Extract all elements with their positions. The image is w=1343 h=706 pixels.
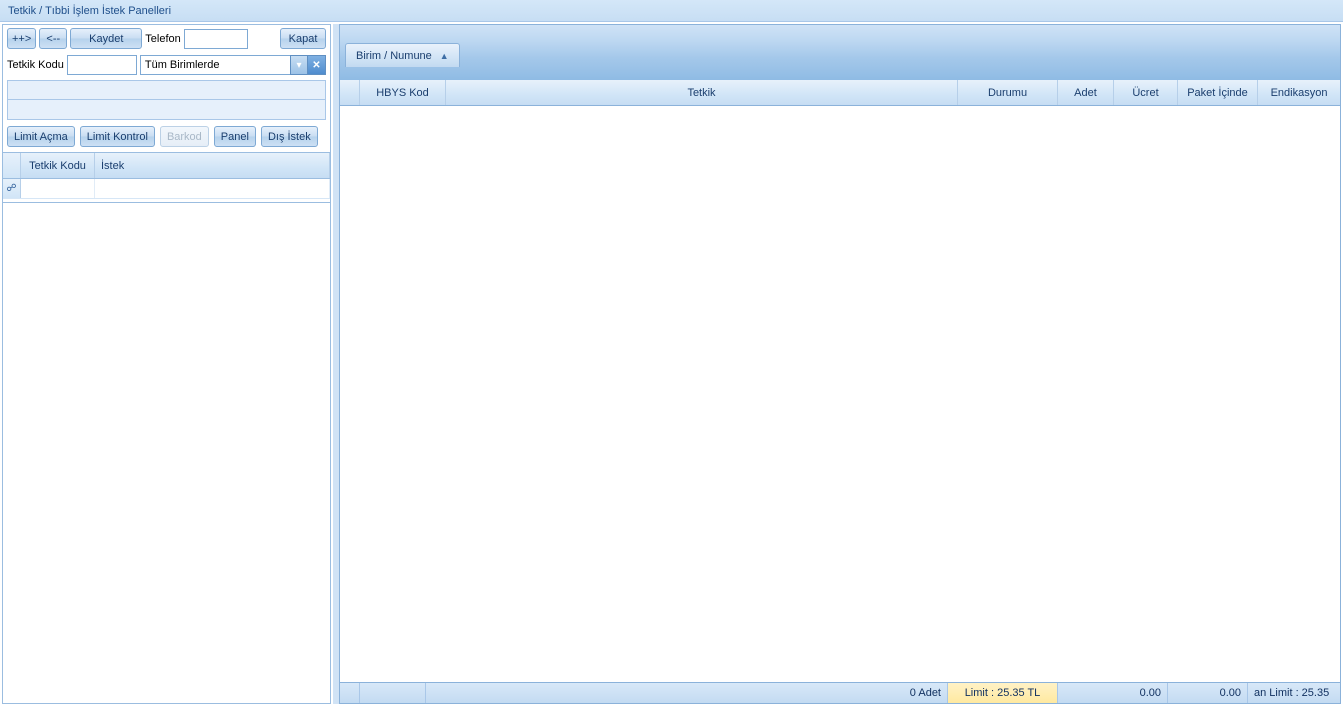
limit-open-button[interactable]: Limit Açma [7, 126, 75, 147]
content-area: ++> <-- Kaydet Telefon Kapat Tetkik Kodu… [0, 22, 1343, 706]
left-grid-cell-code[interactable] [21, 179, 95, 198]
unit-dropdown-value: Tüm Birimlerde [140, 55, 290, 75]
left-actions-row: Limit Açma Limit Kontrol Barkod Panel Dı… [3, 122, 330, 152]
row-indicator-header [3, 153, 21, 178]
col-adet[interactable]: Adet [1058, 80, 1114, 105]
footer-spacer1 [360, 683, 426, 703]
left-grid-new-row[interactable]: ☍ [3, 179, 330, 199]
barcode-button: Barkod [160, 126, 209, 147]
info-box-area [7, 80, 326, 120]
chevron-up-icon: ▲ [440, 51, 449, 61]
save-button[interactable]: Kaydet [70, 28, 142, 49]
left-grid-col-request[interactable]: İstek [95, 153, 330, 178]
right-panel: Birim / Numune ▲ HBYS Kod Tetkik Durumu … [339, 24, 1341, 704]
col-hbys-kod[interactable]: HBYS Kod [360, 80, 446, 105]
col-ucret[interactable]: Ücret [1114, 80, 1178, 105]
tetkik-code-input[interactable] [67, 55, 137, 75]
col-expand[interactable] [340, 80, 360, 105]
footer-spacer0 [340, 683, 360, 703]
left-grid-col-code[interactable]: Tetkik Kodu [21, 153, 95, 178]
footer-limit: Limit : 25.35 TL [948, 683, 1058, 703]
right-grid-body[interactable] [339, 106, 1341, 682]
left-grid: Tetkik Kodu İstek ☍ [3, 152, 330, 203]
col-tetkik[interactable]: Tetkik [446, 80, 958, 105]
left-grid-cell-request[interactable] [95, 179, 330, 198]
tab-label: Birim / Numune [356, 50, 432, 62]
phone-input[interactable] [184, 29, 248, 49]
info-line-1[interactable] [7, 80, 326, 100]
footer-val1: 0.00 [1058, 683, 1168, 703]
left-grid-header: Tetkik Kodu İstek [3, 153, 330, 179]
panel-button[interactable]: Panel [214, 126, 256, 147]
tetkik-code-label: Tetkik Kodu [7, 59, 64, 71]
info-line-2[interactable] [7, 100, 326, 120]
right-grid-header: HBYS Kod Tetkik Durumu Adet Ücret Paket … [339, 80, 1341, 106]
left-toolbar-row1: ++> <-- Kaydet Telefon Kapat [3, 25, 330, 52]
left-panel: ++> <-- Kaydet Telefon Kapat Tetkik Kodu… [2, 24, 331, 704]
new-row-indicator-icon: ☍ [3, 179, 21, 198]
unit-dropdown[interactable]: Tüm Birimlerde ▾ ✕ [140, 55, 326, 75]
nav-next-button[interactable]: ++> [7, 28, 36, 49]
footer-val2: 0.00 [1168, 683, 1248, 703]
window-titlebar: Tetkik / Tıbbi İşlem İstek Panelleri [0, 0, 1343, 22]
close-button[interactable]: Kapat [280, 28, 326, 49]
ribbon-header: Birim / Numune ▲ [339, 24, 1341, 80]
col-endikasyon[interactable]: Endikasyon [1258, 80, 1340, 105]
tab-birim-numune[interactable]: Birim / Numune ▲ [345, 43, 460, 67]
col-paket-icinde[interactable]: Paket İçinde [1178, 80, 1258, 105]
window-title: Tetkik / Tıbbi İşlem İstek Panelleri [8, 5, 171, 17]
left-grid-end [3, 199, 330, 203]
chevron-down-icon[interactable]: ▾ [290, 55, 308, 75]
right-footer: 0 Adet Limit : 25.35 TL 0.00 0.00 an Lim… [339, 682, 1341, 704]
external-request-button[interactable]: Dış İstek [261, 126, 318, 147]
limit-check-button[interactable]: Limit Kontrol [80, 126, 155, 147]
nav-prev-button[interactable]: <-- [39, 28, 67, 49]
col-durumu[interactable]: Durumu [958, 80, 1058, 105]
left-filter-row: Tetkik Kodu Tüm Birimlerde ▾ ✕ [3, 52, 330, 78]
footer-adet: 0 Adet [426, 683, 948, 703]
close-icon[interactable]: ✕ [308, 55, 326, 75]
footer-kalan-limit: an Limit : 25.35 [1248, 683, 1340, 703]
phone-label: Telefon [145, 33, 180, 45]
